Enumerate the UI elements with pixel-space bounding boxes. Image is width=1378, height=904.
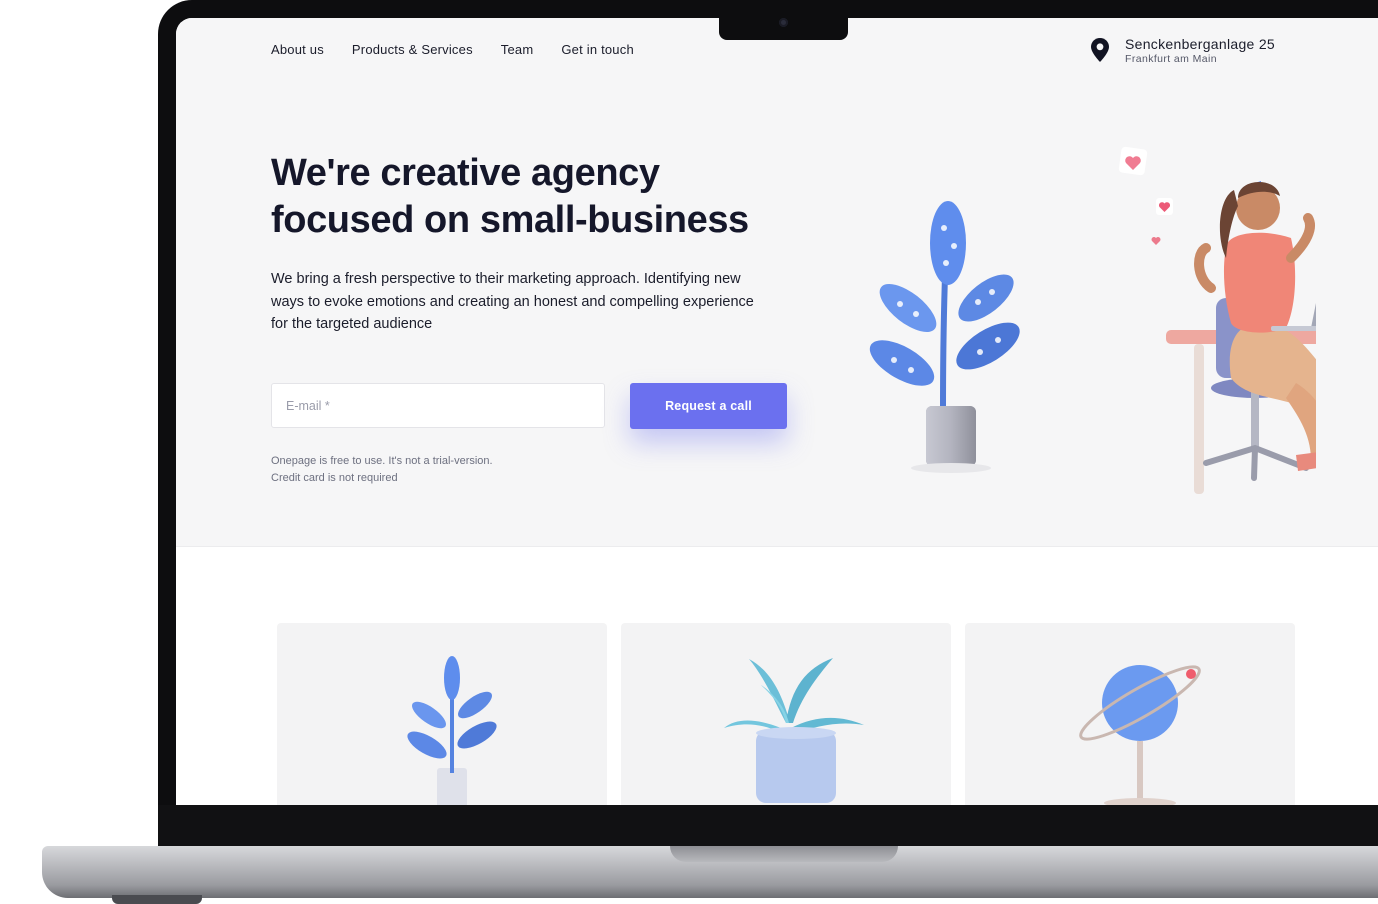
address-block: Senckenberganlage 25 Frankfurt am Main [1091, 36, 1275, 67]
address-city: Frankfurt am Main [1125, 53, 1217, 65]
location-pin-icon [1091, 38, 1109, 67]
heart-bubble-icon [1118, 146, 1148, 176]
laptop-screen: About us Products & Services Team Get in… [176, 18, 1378, 805]
camera-icon [779, 18, 788, 27]
request-call-button[interactable]: Request a call [630, 383, 787, 429]
feature-card-1 [277, 623, 607, 805]
laptop-mockup: About us Products & Services Team Get in… [0, 0, 1378, 904]
hero-section: About us Products & Services Team Get in… [176, 18, 1378, 547]
headline-line-1: We're creative agency [271, 152, 660, 194]
planet-globe-icon [1079, 665, 1201, 805]
nav-item-about-us[interactable]: About us [271, 42, 324, 57]
nav-item-products-services[interactable]: Products & Services [352, 42, 473, 57]
potted-plant-icon [724, 658, 864, 803]
nav-item-team[interactable]: Team [501, 42, 534, 57]
big-plant [869, 201, 1020, 473]
address-street: Senckenberganlage 25 [1125, 36, 1276, 52]
page-title: We're creative agency focused on small-b… [271, 150, 831, 244]
note-line-2: Credit card is not required [271, 472, 398, 484]
laptop-groove [670, 846, 898, 862]
feature-card-2 [621, 623, 951, 805]
note-line-1: Onepage is free to use. It's not a trial… [271, 455, 493, 467]
hero-note: Onepage is free to use. It's not a trial… [271, 453, 493, 487]
headline-line-2: focused on small-business [271, 199, 749, 241]
laptop-foot-left [112, 895, 202, 904]
feature-card-3 [965, 623, 1295, 805]
laptop-base [42, 846, 1378, 898]
heart-icon [1151, 237, 1161, 245]
camera-notch [719, 14, 848, 40]
main-nav: About us Products & Services Team Get in… [271, 42, 634, 57]
woman-at-desk-illustration [869, 146, 1316, 494]
plant-icon [407, 656, 497, 805]
heart-bubble-small-icon [1156, 198, 1173, 215]
email-field[interactable] [271, 383, 605, 428]
nav-item-get-in-touch[interactable]: Get in touch [561, 42, 634, 57]
hero-description: We bring a fresh perspective to their ma… [271, 271, 754, 332]
laptop-chin [158, 805, 1378, 847]
